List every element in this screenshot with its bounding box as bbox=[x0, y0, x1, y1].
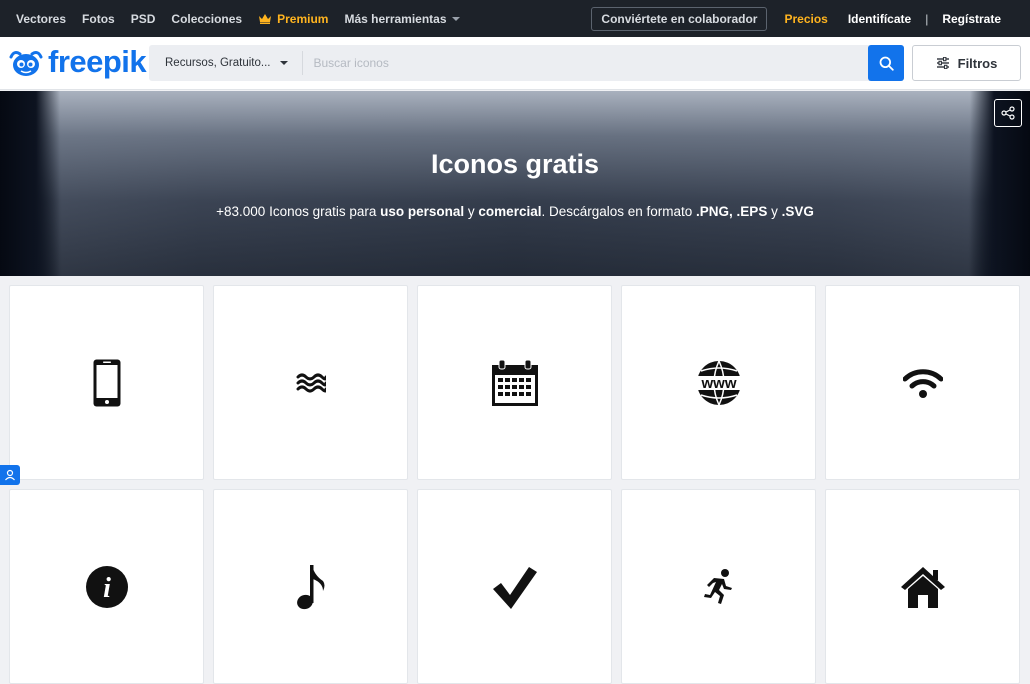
calendar-icon bbox=[491, 359, 538, 406]
icon-card[interactable] bbox=[417, 489, 612, 684]
top-navigation-bar: Vectores Fotos PSD Colecciones Premium M… bbox=[0, 0, 1030, 37]
www-globe-icon: www bbox=[694, 360, 743, 405]
nav-premium[interactable]: Premium bbox=[258, 12, 328, 26]
share-icon bbox=[1001, 106, 1015, 120]
search-button[interactable] bbox=[868, 45, 904, 81]
music-note-icon bbox=[296, 564, 324, 609]
resource-type-value: Recursos, Gratuito... bbox=[165, 57, 271, 69]
freepik-logo[interactable]: freepik bbox=[8, 44, 147, 80]
register-link[interactable]: Regístrate bbox=[942, 12, 1001, 26]
icon-card[interactable]: www bbox=[621, 285, 816, 480]
www-text: www bbox=[700, 375, 736, 392]
logo-text: freepik bbox=[48, 44, 147, 79]
search-icon bbox=[879, 56, 894, 71]
freepik-logo-icon bbox=[9, 51, 43, 76]
icon-card[interactable] bbox=[825, 489, 1020, 684]
home-icon bbox=[900, 566, 945, 608]
search-input[interactable] bbox=[303, 45, 868, 81]
page-title: Iconos gratis bbox=[430, 149, 600, 179]
more-tools-label: Más herramientas bbox=[344, 11, 447, 26]
filters-button[interactable]: Filtros bbox=[912, 45, 1021, 81]
premium-label: Premium bbox=[277, 11, 329, 26]
icon-card[interactable] bbox=[825, 285, 1020, 480]
sliders-icon bbox=[936, 57, 949, 69]
top-nav: Vectores Fotos PSD Colecciones Premium M… bbox=[16, 12, 460, 26]
login-link[interactable]: Identifícate bbox=[848, 12, 911, 26]
feedback-tab[interactable] bbox=[0, 465, 20, 485]
wifi-icon bbox=[902, 368, 943, 398]
icon-card[interactable] bbox=[9, 285, 204, 480]
filters-label: Filtros bbox=[957, 55, 998, 71]
checkmark-icon bbox=[492, 566, 537, 609]
separator: | bbox=[925, 11, 929, 26]
chevron-down-icon bbox=[280, 61, 289, 65]
icon-card[interactable]: i bbox=[9, 489, 204, 684]
user-icon bbox=[5, 469, 15, 481]
icon-card[interactable] bbox=[417, 285, 612, 480]
nav-fotos[interactable]: Fotos bbox=[82, 12, 115, 26]
hero-banner: Iconos gratis +83.000 Iconos gratis para… bbox=[0, 91, 1030, 276]
nav-psd[interactable]: PSD bbox=[131, 12, 156, 26]
search-bar: Recursos, Gratuito... bbox=[149, 45, 904, 81]
pricing-link[interactable]: Precios bbox=[784, 12, 827, 26]
account-links: Conviértete en colaborador Precios Ident… bbox=[591, 0, 1001, 37]
waves-icon bbox=[296, 373, 326, 392]
become-contributor-button[interactable]: Conviértete en colaborador bbox=[591, 6, 768, 31]
info-i-text: i bbox=[103, 573, 111, 604]
chevron-down-icon bbox=[451, 16, 460, 21]
crown-icon bbox=[259, 14, 272, 24]
nav-more-tools[interactable]: Más herramientas bbox=[344, 11, 460, 26]
nav-vectores[interactable]: Vectores bbox=[16, 12, 66, 26]
icon-card[interactable] bbox=[213, 489, 408, 684]
icon-grid: www i bbox=[9, 285, 1021, 684]
icon-card[interactable] bbox=[621, 489, 816, 684]
hero-subtitle: +83.000 Iconos gratis para uso personal … bbox=[216, 204, 814, 219]
icon-card[interactable] bbox=[213, 285, 408, 480]
smartphone-icon bbox=[93, 359, 120, 406]
info-icon: i bbox=[85, 565, 128, 608]
resource-type-select[interactable]: Recursos, Gratuito... bbox=[149, 51, 304, 75]
search-header: freepik Recursos, Gratuito... Filtros bbox=[0, 37, 1030, 90]
nav-colecciones[interactable]: Colecciones bbox=[171, 12, 242, 26]
share-button[interactable] bbox=[994, 99, 1022, 127]
running-man-icon bbox=[703, 568, 732, 604]
